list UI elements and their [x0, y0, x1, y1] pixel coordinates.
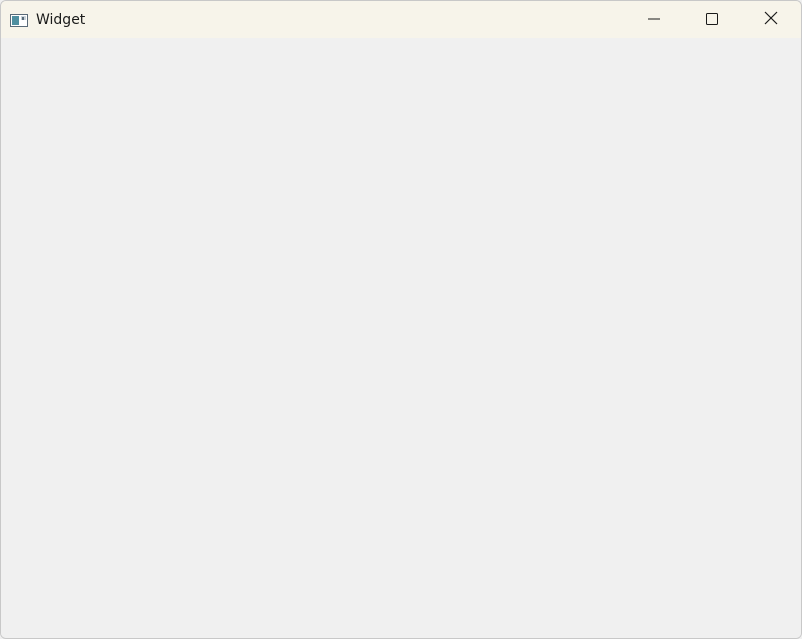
maximize-button[interactable] [684, 1, 740, 38]
close-icon [764, 10, 778, 29]
maximize-icon [706, 10, 718, 29]
window-app-icon [10, 12, 28, 27]
close-button[interactable] [743, 1, 799, 38]
minimize-icon [648, 10, 660, 29]
window-title: Widget [36, 12, 86, 28]
app-window: Widget [0, 0, 802, 639]
client-area [1, 38, 801, 638]
title-bar[interactable]: Widget [1, 1, 801, 38]
minimize-button[interactable] [626, 1, 682, 38]
